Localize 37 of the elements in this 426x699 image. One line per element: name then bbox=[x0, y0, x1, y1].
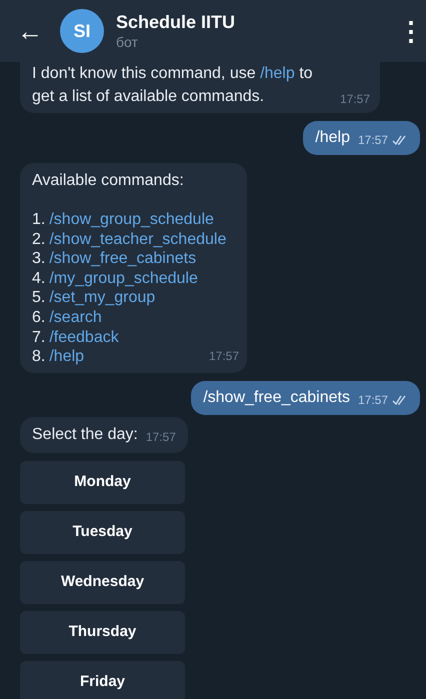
list-number: 5. bbox=[32, 288, 46, 308]
message-text: /show_free_cabinets bbox=[203, 388, 350, 408]
list-number: 2. bbox=[32, 230, 46, 250]
command-link[interactable]: /search bbox=[49, 308, 102, 328]
menu-button[interactable]: ⋮ bbox=[398, 18, 414, 44]
command-link[interactable]: /show_group_schedule bbox=[49, 210, 214, 230]
keyboard-button[interactable]: Friday bbox=[20, 660, 185, 699]
list-number: 4. bbox=[32, 268, 46, 288]
list-number: 3. bbox=[32, 249, 46, 269]
message-time: 17:57 bbox=[358, 132, 388, 149]
message-time: 17:57 bbox=[208, 348, 239, 366]
keyboard-button[interactable]: Wednesday bbox=[20, 560, 185, 604]
message-time: 17:57 bbox=[340, 91, 370, 108]
chat-title: Schedule IITU bbox=[116, 11, 236, 34]
command-link[interactable]: /my_group_schedule bbox=[49, 268, 198, 288]
back-button[interactable]: ← bbox=[12, 18, 48, 44]
message-text: Select the day: bbox=[32, 424, 138, 445]
list-number: 1. bbox=[32, 210, 46, 230]
message-time: 17:57 bbox=[146, 428, 176, 446]
message-time: 17:57 bbox=[358, 392, 388, 409]
command-link[interactable]: /set_my_group bbox=[49, 288, 156, 308]
keyboard-button[interactable]: Tuesday bbox=[20, 510, 185, 554]
command-link[interactable]: /show_free_cabinets bbox=[49, 249, 196, 269]
chat-subtitle: бот bbox=[116, 34, 139, 51]
command-link[interactable]: /help bbox=[260, 65, 295, 82]
list-number: 6. bbox=[32, 308, 46, 328]
message-text: Available commands: bbox=[32, 171, 185, 191]
keyboard-button[interactable]: Monday bbox=[20, 460, 185, 504]
avatar: SI bbox=[60, 9, 104, 53]
command-link[interactable]: /feedback bbox=[49, 328, 119, 348]
keyboard-button[interactable]: Thursday bbox=[20, 610, 185, 654]
list-number: 7. bbox=[32, 328, 46, 348]
message-text: I don't know this command, use /help to get a list of available commands. bbox=[32, 64, 314, 107]
command-link[interactable]: /show_teacher_schedule bbox=[49, 230, 226, 250]
message-text: /help bbox=[315, 128, 350, 148]
command-link[interactable]: /help bbox=[49, 347, 84, 367]
list-number: 8. bbox=[32, 347, 46, 367]
